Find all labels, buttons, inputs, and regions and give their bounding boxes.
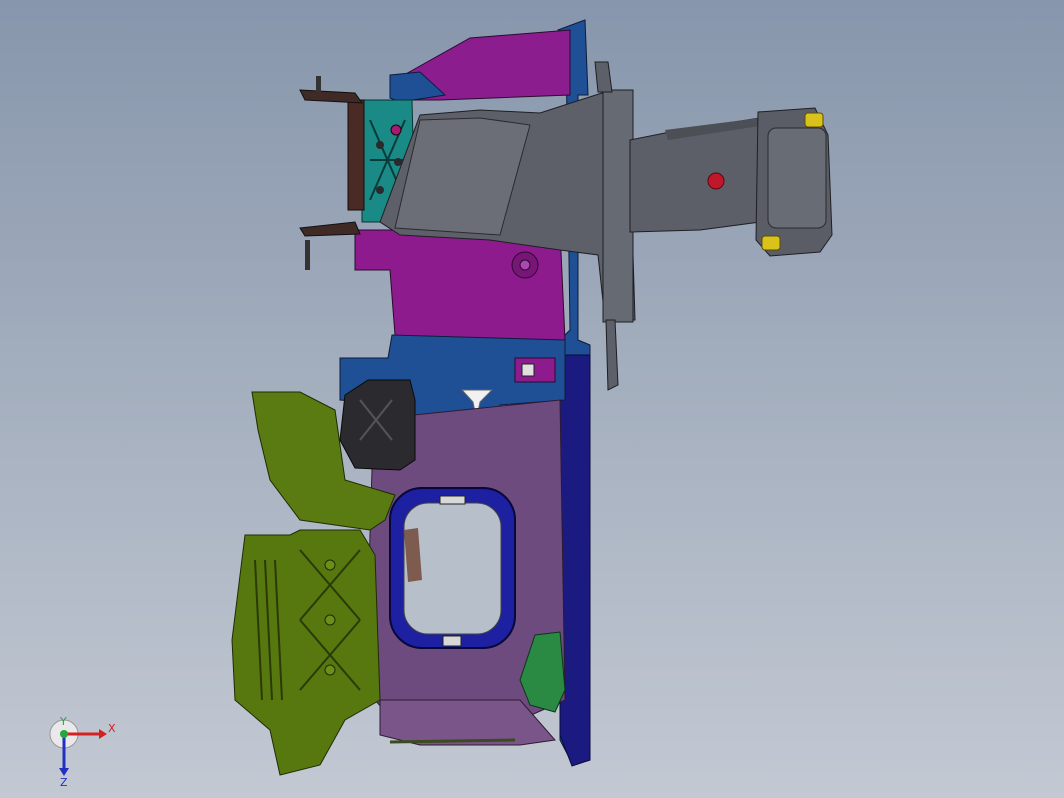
lower-hook <box>305 240 310 270</box>
yellow-clip-top <box>804 112 824 128</box>
navy-flange-lower <box>559 354 591 767</box>
lower-fin <box>299 221 361 237</box>
bottom-rail <box>389 738 516 744</box>
window-bottom-tab <box>442 635 462 647</box>
small-connector <box>514 357 556 383</box>
cad-viewport[interactable] <box>0 0 1064 798</box>
upper-fin <box>299 89 363 104</box>
upper-hook <box>316 76 321 92</box>
coordinate-triad: X Y Z <box>49 716 116 786</box>
duct-top-tab <box>594 61 613 93</box>
olive-hole-3 <box>324 664 336 676</box>
teal-pin-2 <box>394 158 402 166</box>
cad-assembly-model[interactable] <box>231 19 833 776</box>
olive-lower-housing <box>231 529 381 776</box>
y-axis-label: Y <box>59 716 67 728</box>
small-connector-pin <box>521 363 535 377</box>
z-arrow-head-icon <box>59 768 69 776</box>
x-axis-label: X <box>108 722 116 735</box>
red-marker-dot <box>707 172 725 190</box>
brown-filter-panel <box>347 99 365 211</box>
yellow-clip-bottom <box>761 235 781 251</box>
olive-hole-2 <box>324 614 336 626</box>
window-top-tab <box>439 495 466 505</box>
outlet-bezel-face <box>767 127 827 229</box>
y-axis-dot <box>60 730 68 738</box>
middle-magenta-housing <box>354 229 566 346</box>
olive-hole-1 <box>324 559 336 571</box>
duct-flange <box>602 89 634 323</box>
duct-tab <box>605 319 619 391</box>
black-actuator <box>339 379 416 471</box>
magenta-boss-hole <box>519 259 531 271</box>
x-arrow-head-icon <box>99 729 107 739</box>
teal-pin-magenta <box>390 124 402 136</box>
teal-pin-3 <box>376 186 384 194</box>
teal-pin-1 <box>376 141 384 149</box>
z-axis-label: Z <box>60 776 68 786</box>
